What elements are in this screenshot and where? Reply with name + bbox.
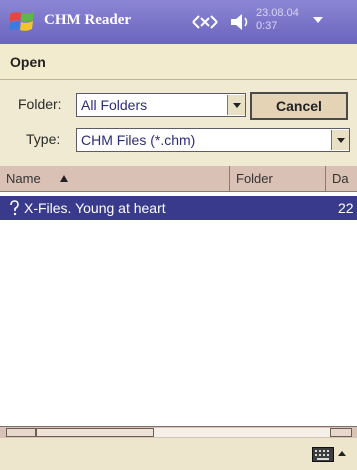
type-dropdown-value: CHM Files (*.chm) xyxy=(81,132,196,148)
folder-dropdown-value: All Folders xyxy=(81,97,148,113)
chevron-down-icon[interactable] xyxy=(311,13,325,27)
list-item-date: 22 xyxy=(338,200,354,216)
file-list: X-Files. Young at heart 22 xyxy=(0,192,357,426)
type-label: Type: xyxy=(26,131,61,147)
folder-label: Folder: xyxy=(18,96,62,112)
clock-time: 0:37 xyxy=(256,20,278,32)
scroll-right-button[interactable] xyxy=(330,428,352,437)
scroll-thumb[interactable] xyxy=(36,428,154,437)
column-header-date[interactable]: Da xyxy=(326,166,357,192)
sort-ascending-icon xyxy=(60,175,68,182)
type-dropdown[interactable]: CHM Files (*.chm) xyxy=(76,128,350,152)
list-header: Name Folder Da xyxy=(0,166,357,192)
column-header-name-label: Name xyxy=(6,171,41,186)
horizontal-scrollbar[interactable] xyxy=(0,426,357,438)
column-header-folder-label: Folder xyxy=(236,171,273,186)
keyboard-icon[interactable] xyxy=(312,447,334,462)
clock[interactable]: 23.08.04 0:37 xyxy=(256,7,310,33)
chevron-down-icon[interactable] xyxy=(331,130,349,150)
column-header-folder[interactable]: Folder xyxy=(230,166,326,192)
speaker-icon[interactable] xyxy=(228,11,252,33)
menu-bar: Open xyxy=(0,44,357,80)
connectivity-icon[interactable] xyxy=(190,10,220,34)
app-title: CHM Reader xyxy=(44,12,132,28)
scroll-track[interactable] xyxy=(154,428,330,437)
list-item[interactable]: X-Files. Young at heart 22 xyxy=(0,196,357,220)
command-bar xyxy=(0,438,357,470)
column-header-date-label: Da xyxy=(332,171,349,186)
folder-dropdown[interactable]: All Folders xyxy=(76,93,246,117)
cancel-button[interactable]: Cancel xyxy=(250,92,348,120)
menu-item-open[interactable]: Open xyxy=(10,54,46,70)
help-file-icon xyxy=(10,200,19,216)
scroll-left-button[interactable] xyxy=(6,428,36,437)
file-filter-form: Folder: All Folders Cancel Type: CHM Fil… xyxy=(0,80,357,166)
chevron-down-icon[interactable] xyxy=(227,95,245,115)
windows-start-icon[interactable] xyxy=(8,8,36,36)
list-item-name: X-Files. Young at heart xyxy=(24,200,166,216)
chevron-up-icon[interactable] xyxy=(338,451,346,456)
clock-date: 23.08.04 xyxy=(256,7,299,19)
column-header-name[interactable]: Name xyxy=(0,166,230,192)
title-bar: CHM Reader 23.08.04 0:37 xyxy=(0,0,357,44)
